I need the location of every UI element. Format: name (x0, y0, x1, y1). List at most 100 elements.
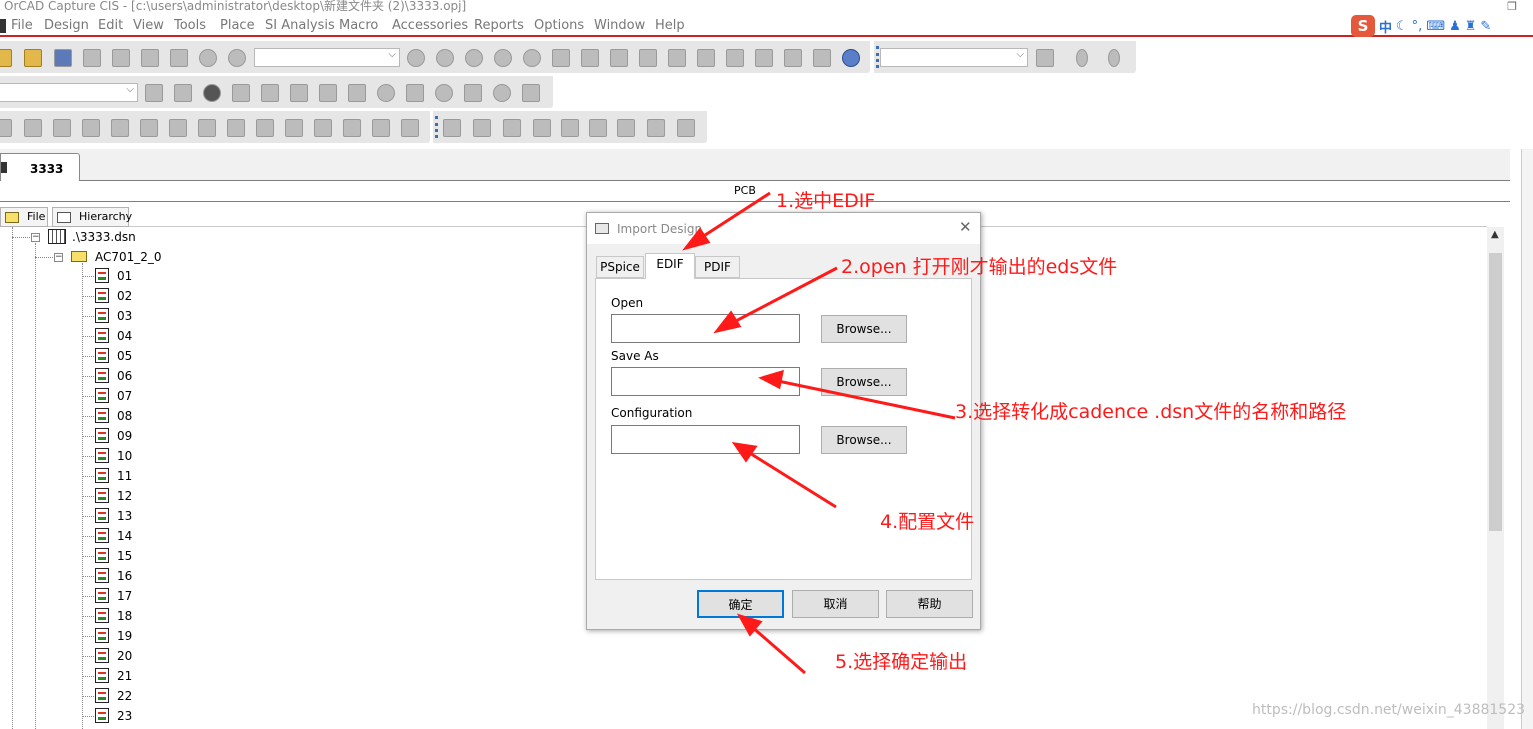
ime-mode-label[interactable]: 中 (1379, 17, 1392, 36)
tool-icon-13[interactable] (343, 119, 361, 137)
toolbar-grip[interactable] (876, 46, 879, 68)
netlist-icon[interactable] (639, 49, 657, 67)
align-bottom-icon[interactable] (589, 119, 607, 137)
print-icon[interactable] (83, 49, 101, 67)
v-icon[interactable] (377, 84, 395, 102)
new-profile-icon[interactable] (145, 84, 163, 102)
area-select-icon[interactable] (755, 49, 773, 67)
menu-place[interactable]: Place (220, 18, 255, 33)
bom-icon[interactable] (697, 49, 715, 67)
align-center-icon[interactable] (473, 119, 491, 137)
copy-icon[interactable] (141, 49, 159, 67)
cross-ref-icon[interactable] (668, 49, 686, 67)
tool-icon-4[interactable] (82, 119, 100, 137)
part-search-combo[interactable]: ⌵ (254, 48, 400, 67)
menu-help[interactable]: Help (655, 18, 685, 33)
menu-design[interactable]: Design (44, 18, 89, 33)
wrench-icon[interactable]: ✎ (1480, 19, 1491, 34)
tool-icon-12[interactable] (314, 119, 332, 137)
tool-icon-11[interactable] (285, 119, 303, 137)
table-icon[interactable] (401, 119, 419, 137)
power-marker-icon[interactable] (348, 84, 366, 102)
menu-accessories[interactable]: Accessories (392, 18, 468, 33)
open-folder-icon[interactable] (24, 49, 42, 67)
align-left-icon[interactable] (443, 119, 461, 137)
menu-edit[interactable]: Edit (98, 18, 123, 33)
toolbar-grip[interactable] (435, 116, 438, 138)
punctuation-icon[interactable]: °, (1412, 19, 1423, 34)
simulation-profile-combo[interactable]: ⌵ (0, 83, 138, 102)
align-right-icon[interactable] (503, 119, 521, 137)
open-browse-button[interactable]: Browse... (821, 315, 907, 343)
run-icon[interactable] (203, 84, 221, 102)
configuration-browse-button[interactable]: Browse... (821, 426, 907, 454)
shirt-icon[interactable]: ♜ (1465, 19, 1477, 34)
open-input[interactable] (611, 314, 800, 343)
cancel-button[interactable]: 取消 (792, 590, 879, 618)
cart-icon[interactable] (227, 119, 245, 137)
diff-marker-icon[interactable] (290, 84, 308, 102)
app-menu-icon[interactable] (0, 19, 6, 33)
i-icon[interactable] (435, 84, 453, 102)
snap-grid-icon[interactable] (726, 49, 744, 67)
drc-icon[interactable] (610, 49, 628, 67)
tool-icon-6[interactable] (140, 119, 158, 137)
save-as-browse-button[interactable]: Browse... (821, 368, 907, 396)
prev-icon[interactable] (1076, 49, 1088, 67)
sogou-logo[interactable]: S (1351, 15, 1375, 37)
user-icon[interactable]: ♟ (1449, 19, 1461, 34)
distribute-v-icon[interactable] (647, 119, 665, 137)
zoom-area-icon[interactable] (465, 49, 483, 67)
redo-icon[interactable] (228, 49, 246, 67)
view-results-icon[interactable] (232, 84, 250, 102)
tab-hierarchy[interactable]: Hierarchy (52, 207, 132, 227)
zoom-in-icon[interactable] (407, 49, 425, 67)
tree-scrollbar[interactable]: ▲ (1487, 227, 1504, 729)
tool-icon-2[interactable] (24, 119, 42, 137)
voltage-marker-icon[interactable] (261, 84, 279, 102)
help-button[interactable]: 帮助 (886, 590, 973, 618)
tool-icon-7[interactable] (169, 119, 187, 137)
keyboard-icon[interactable]: ⌨ (1426, 19, 1445, 34)
undo-icon[interactable] (199, 49, 217, 67)
tab-file[interactable]: File (0, 207, 48, 227)
menu-options[interactable]: Options (534, 18, 584, 33)
save-icon[interactable] (54, 49, 72, 67)
hierarchy-icon[interactable] (813, 49, 831, 67)
tab-pspice[interactable]: PSpice (596, 256, 644, 278)
menu-tools[interactable]: Tools (174, 18, 206, 33)
annotate-icon[interactable] (552, 49, 570, 67)
find-combo[interactable]: ⌵ (880, 48, 1028, 67)
tool-icon-5[interactable] (111, 119, 129, 137)
menu-si-analysis[interactable]: SI Analysis (265, 18, 335, 33)
bias-v-icon[interactable] (406, 84, 424, 102)
scroll-thumb[interactable] (1489, 253, 1502, 531)
configuration-input[interactable] (611, 425, 800, 454)
moon-icon[interactable]: ☾ (1396, 19, 1408, 34)
tool-icon-3[interactable] (53, 119, 71, 137)
distribute-h-icon[interactable] (617, 119, 635, 137)
eye-icon[interactable] (523, 49, 541, 67)
scroll-up-icon[interactable]: ▲ (1491, 229, 1499, 240)
tool-icon-14[interactable] (372, 119, 390, 137)
next-icon[interactable] (1108, 49, 1120, 67)
binoculars-icon[interactable] (1036, 49, 1054, 67)
tool-icon-1[interactable] (0, 119, 12, 137)
lock-icon[interactable] (677, 119, 695, 137)
close-icon[interactable]: ✕ (959, 218, 972, 236)
session-tab-3333[interactable]: 3333 (0, 153, 80, 181)
help-icon[interactable] (842, 49, 860, 67)
ok-button[interactable]: 确定 (697, 590, 784, 618)
current-marker-icon[interactable] (319, 84, 337, 102)
restore-icon[interactable]: ❐ (1504, 0, 1520, 13)
align-top-icon[interactable] (533, 119, 551, 137)
bias-i-icon[interactable] (464, 84, 482, 102)
bias-w-icon[interactable] (522, 84, 540, 102)
menu-window[interactable]: Window (594, 18, 645, 33)
zoom-all-icon[interactable] (494, 49, 512, 67)
tool-icon-8[interactable] (198, 119, 216, 137)
menu-file[interactable]: File (11, 18, 33, 33)
new-icon[interactable] (0, 49, 12, 67)
menu-macro[interactable]: Macro (339, 18, 378, 33)
menu-view[interactable]: View (133, 18, 164, 33)
